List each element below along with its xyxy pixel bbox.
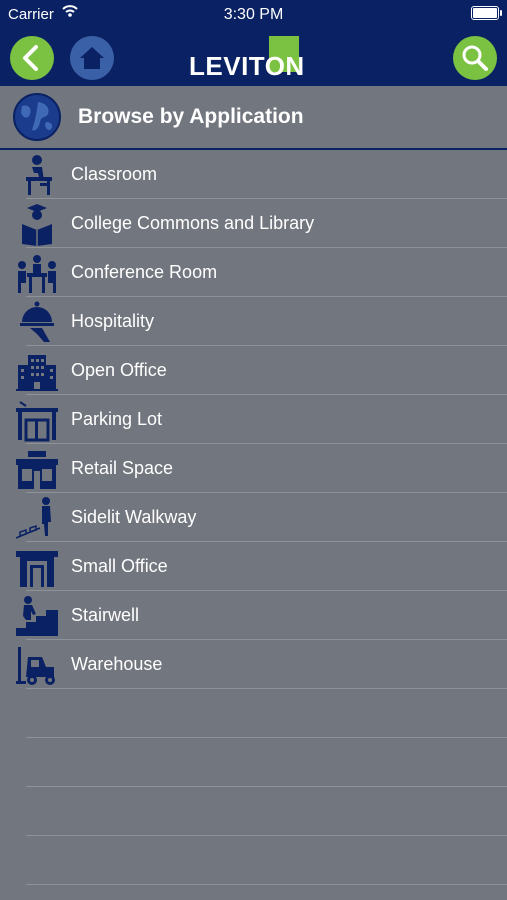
chevron-left-icon: [23, 45, 38, 71]
stairwell-icon: [16, 596, 58, 636]
storefront-icon: [16, 451, 58, 489]
list-item-label: College Commons and Library: [71, 213, 315, 233]
battery-icon: [471, 6, 502, 20]
list-item-open-office[interactable]: Open Office: [0, 346, 507, 395]
empty-row: [0, 738, 507, 787]
empty-row: [0, 689, 507, 738]
list-item-retail-space[interactable]: Retail Space: [0, 444, 507, 493]
list-item-classroom[interactable]: Classroom: [0, 150, 507, 199]
small-office-icon: [16, 551, 58, 587]
conference-icon: [18, 255, 56, 293]
list-item-sidelit-walkway[interactable]: Sidelit Walkway: [0, 493, 507, 542]
list-item-college-commons[interactable]: College Commons and Library: [0, 199, 507, 248]
leviton-logo: LEVITON: [189, 36, 319, 81]
brand-name: LEVITON: [189, 51, 305, 81]
list-item-label: Hospitality: [71, 311, 155, 331]
section-title: Browse by Application: [78, 105, 304, 128]
list-item-label: Small Office: [71, 556, 168, 576]
status-bar: Carrier 3:30 PM: [0, 0, 507, 28]
empty-row: [0, 836, 507, 885]
home-icon: [80, 47, 104, 69]
list-item-warehouse[interactable]: Warehouse: [0, 640, 507, 689]
office-building-icon: [16, 355, 58, 391]
application-list: Classroom College Commons and Library Co…: [0, 150, 507, 885]
search-button[interactable]: [453, 36, 497, 80]
list-item-label: Parking Lot: [71, 409, 163, 429]
globe-icon: [13, 93, 61, 141]
list-item-label: Stairwell: [71, 605, 140, 625]
list-item-label: Retail Space: [71, 458, 174, 478]
top-bar: Carrier 3:30 PM LEVITON: [0, 0, 507, 86]
list-item-conference-room[interactable]: Conference Room: [0, 248, 507, 297]
forklift-icon: [16, 647, 55, 685]
home-button[interactable]: [70, 36, 114, 80]
list-item-label: Classroom: [71, 164, 158, 184]
search-icon: [462, 45, 488, 71]
classroom-icon: [26, 155, 52, 195]
status-time: 3:30 PM: [223, 6, 284, 23]
empty-row: [0, 787, 507, 836]
back-button[interactable]: [10, 36, 54, 80]
list-item-hospitality[interactable]: Hospitality: [0, 297, 507, 346]
hospitality-icon: [20, 301, 54, 342]
list-item-parking-lot[interactable]: Parking Lot: [0, 395, 507, 444]
list-item-label: Sidelit Walkway: [71, 507, 197, 527]
list-item-label: Open Office: [71, 360, 167, 380]
graduate-reading-icon: [22, 204, 52, 246]
list-item-label: Conference Room: [71, 262, 218, 282]
list-item-label: Warehouse: [71, 654, 163, 674]
list-item-stairwell[interactable]: Stairwell: [0, 591, 507, 640]
section-header: Browse by Application: [0, 86, 507, 150]
list-item-small-office[interactable]: Small Office: [0, 542, 507, 591]
walkway-icon: [15, 497, 51, 539]
parking-lot-icon: [16, 401, 58, 442]
